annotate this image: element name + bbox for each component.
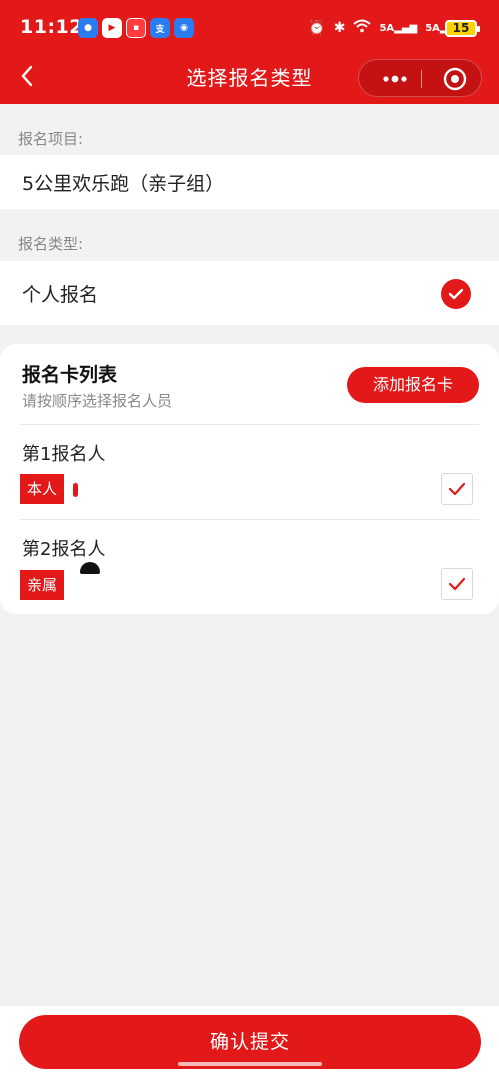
mini-program-capsule	[358, 59, 482, 97]
add-card-button[interactable]: 添加报名卡	[347, 367, 479, 403]
shop-app-icon: ▪	[126, 18, 146, 38]
registration-type-value: 个人报名	[22, 284, 99, 306]
wifi-icon	[353, 19, 372, 37]
signal-icon-1: 5A▂▄▆	[379, 22, 418, 34]
redacted-name-mark	[80, 562, 100, 574]
app-notification-icon: ●	[78, 18, 98, 38]
more-icon	[383, 75, 407, 83]
registration-type-label: 报名类型:	[18, 235, 84, 253]
registration-type-row[interactable]: 个人报名	[0, 261, 499, 325]
bluetooth-icon: ✱	[333, 20, 346, 36]
alipay-app-icon: 支	[150, 18, 170, 38]
header: 11:12 ● ▶ ▪ 支 ◉ ⏰ ✱ 5A▂▄▆ 5A▂▄▆ 15	[0, 0, 499, 104]
home-indicator[interactable]	[178, 1062, 322, 1066]
person-2-checkbox[interactable]	[441, 568, 473, 600]
battery-level: 15	[452, 21, 470, 35]
card-list-subtitle: 请按顺序选择报名人员	[22, 392, 173, 410]
person-2-title: 第2报名人	[22, 539, 106, 560]
person-2-tag: 亲属	[20, 570, 65, 600]
project-value: 5公里欢乐跑（亲子组）	[22, 173, 225, 195]
video-app-icon: ▶	[102, 18, 122, 38]
project-label: 报名项目:	[18, 130, 84, 148]
alarm-icon: ⏰	[308, 20, 326, 36]
person-1-title: 第1报名人	[22, 444, 106, 465]
person-1-checkbox[interactable]	[441, 473, 473, 505]
system-icons: ⏰ ✱ 5A▂▄▆ 5A▂▄▆	[308, 19, 463, 37]
status-time: 11:12	[20, 16, 83, 38]
project-row: 5公里欢乐跑（亲子组）	[0, 155, 499, 209]
registration-card-list: 报名卡列表 请按顺序选择报名人员 添加报名卡 第1报名人 本人 第2报名人 亲属	[0, 344, 499, 614]
wifi-app-icon: ◉	[174, 18, 194, 38]
capsule-divider	[421, 70, 422, 88]
status-bar: 11:12 ● ▶ ▪ 支 ◉ ⏰ ✱ 5A▂▄▆ 5A▂▄▆ 15	[0, 0, 499, 56]
notification-icons: ● ▶ ▪ 支 ◉	[78, 18, 194, 38]
target-icon	[443, 67, 467, 91]
check-icon	[448, 577, 466, 591]
nav-bar: 选择报名类型	[0, 56, 499, 104]
more-button[interactable]	[373, 60, 417, 98]
person-1-tag: 本人	[20, 474, 65, 504]
battery-icon: 15	[445, 20, 480, 37]
submit-button[interactable]: 确认提交	[19, 1015, 481, 1069]
card-list-title: 报名卡列表	[22, 364, 118, 386]
selected-check-icon[interactable]	[441, 279, 471, 309]
check-icon	[448, 482, 466, 496]
close-button[interactable]	[437, 60, 473, 98]
network-label-1: 5A	[379, 22, 395, 34]
divider	[20, 519, 479, 520]
network-label-2: 5A	[425, 22, 440, 34]
redacted-name-mark	[73, 483, 78, 497]
divider	[20, 424, 479, 425]
